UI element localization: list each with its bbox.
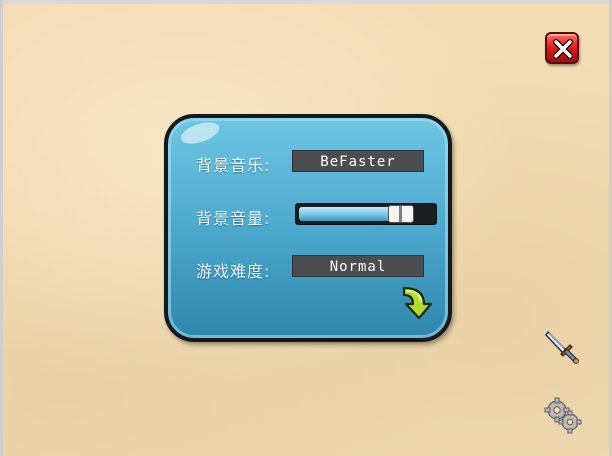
settings-panel: 背景音乐: BeFaster 背景音量: 游戏难度: Normal: [164, 114, 452, 342]
next-button[interactable]: [398, 284, 436, 322]
volume-slider-handle[interactable]: [388, 205, 414, 223]
difficulty-label: 游戏难度:: [196, 262, 271, 281]
curved-arrow-down-icon: [402, 286, 433, 320]
music-label: 背景音乐:: [196, 156, 271, 175]
window-top-edge: [0, 0, 612, 4]
panel-gloss: [178, 118, 222, 148]
gears-icon[interactable]: [544, 396, 582, 434]
difficulty-select[interactable]: Normal: [292, 255, 424, 277]
sword-icon[interactable]: [544, 328, 580, 364]
close-x-icon: [553, 39, 573, 59]
volume-slider-fill: [299, 207, 401, 221]
window-left-edge: [0, 0, 3, 456]
close-button[interactable]: [545, 32, 579, 64]
music-select[interactable]: BeFaster: [292, 150, 424, 172]
volume-slider[interactable]: [295, 203, 437, 225]
volume-label: 背景音量:: [196, 209, 271, 228]
